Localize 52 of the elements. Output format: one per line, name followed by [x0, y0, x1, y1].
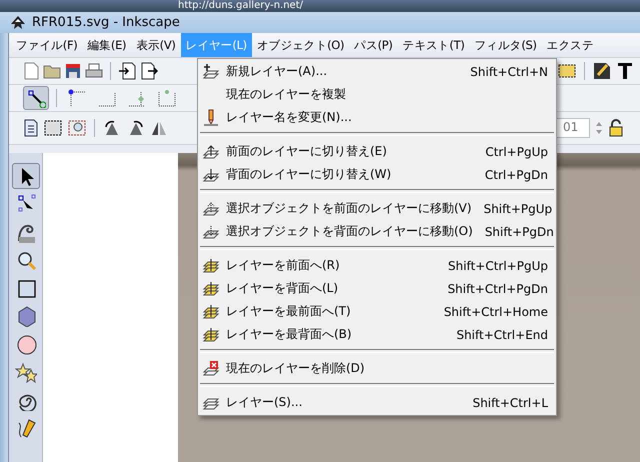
pencil-icon [202, 108, 220, 126]
lock-icon[interactable] [608, 119, 624, 137]
menu-item[interactable]: レイヤーを前面へ(R) Shift+Ctrl+PgUp [198, 254, 556, 277]
layer-stack-icon [202, 280, 220, 298]
address-text: http://duns.gallery-n.net/ [178, 0, 303, 12]
text-tool-icon [616, 61, 634, 81]
menu-item[interactable]: レイヤーを背面へ(L) Shift+Ctrl+PgDn [198, 277, 556, 300]
print-icon [85, 63, 103, 79]
menu-item[interactable]: 前面のレイヤーに切り替え(E) Ctrl+PgUp [198, 140, 556, 163]
snap-toggle[interactable] [23, 86, 49, 110]
layer-up-icon [202, 142, 220, 160]
menu-item[interactable]: レイヤーを最背面へ(B) Shift+Ctrl+End [198, 323, 556, 346]
menu-item[interactable]: 背面のレイヤーに切り替え(W) Ctrl+PgDn [198, 163, 556, 186]
new-document-icon [23, 62, 39, 80]
menu-item[interactable]: レイヤー名を変更(N)... [198, 106, 556, 129]
layer-stack-icon [202, 302, 220, 320]
export-icon [140, 62, 158, 80]
tool-button[interactable] [12, 163, 40, 189]
menu-title[interactable]: フィルタ(S) [470, 33, 542, 57]
document-icon [23, 119, 39, 137]
menu-title[interactable]: ファイル(F) [11, 33, 82, 57]
menu-title[interactable]: オブジェクト(O) [252, 33, 350, 57]
snap-center-icon [157, 88, 177, 108]
menu-title[interactable]: エクステ [542, 33, 599, 57]
save-icon [65, 63, 81, 79]
window-title: RFR015.svg - Inkscape [32, 15, 180, 30]
move-up-icon [202, 200, 220, 218]
menu-item[interactable]: 選択オブジェクトを背面のレイヤーに移動(O) Shift+PgDn [198, 220, 556, 243]
menu-item[interactable]: レイヤーを最前面へ(T) Shift+Ctrl+Home [198, 300, 556, 323]
select-all-icon [43, 119, 63, 137]
snap-nodes-icon [26, 88, 46, 108]
import-icon [118, 62, 136, 80]
coordinate-field[interactable]: 01 [556, 118, 590, 138]
delete-layer-icon [202, 360, 220, 378]
zoom-selection-icon [67, 119, 87, 137]
menu-item[interactable]: 現在のレイヤーを削除(D) [198, 357, 556, 380]
layer-stack-icon [202, 256, 220, 274]
menu-item[interactable]: レイヤー(S)... Shift+Ctrl+L [198, 391, 556, 414]
snap-corner-icon [67, 88, 87, 108]
pen-tool-icon [592, 61, 612, 81]
menu-item[interactable]: 選択オブジェクトを前面のレイヤーに移動(V) Shift+PgUp [198, 197, 556, 220]
menu-title[interactable]: 表示(V) [131, 33, 181, 57]
open-folder-icon [43, 63, 61, 79]
menu-title[interactable]: パス(P) [349, 33, 398, 57]
layer-stack-icon [202, 326, 220, 344]
star-tool-icon [14, 361, 36, 383]
inkscape-logo-icon [10, 14, 26, 30]
menu-title[interactable]: 編集(E) [82, 33, 132, 57]
menu-title[interactable]: テキスト(T) [398, 33, 470, 57]
circle-tool-icon [14, 333, 36, 355]
selection-icon [557, 62, 577, 80]
new-layer-icon [202, 62, 220, 80]
